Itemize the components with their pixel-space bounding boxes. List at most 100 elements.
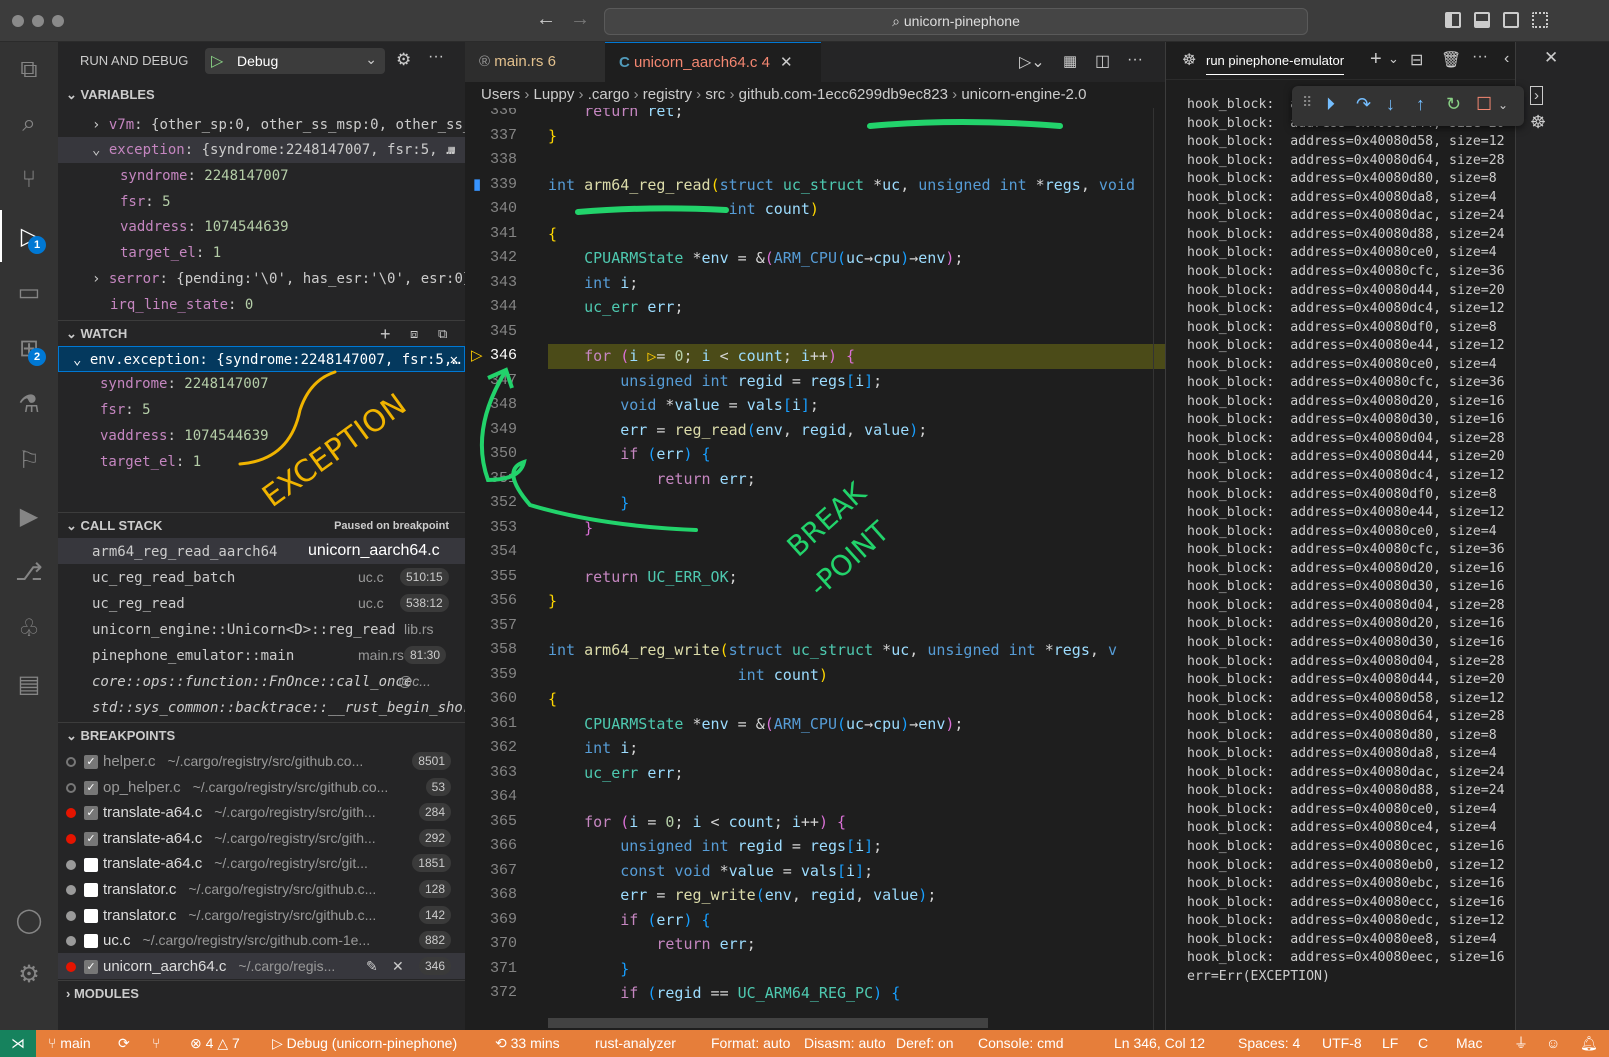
code-line[interactable]: 352 } xyxy=(465,491,1165,516)
code-line[interactable]: 336 return ret; xyxy=(465,108,1165,124)
split-editor-icon[interactable]: ◫ xyxy=(1095,51,1110,71)
stack-frame[interactable]: std::sys_common::backtrace::__rust_begin… xyxy=(58,694,465,720)
breakpoint-checkbox[interactable] xyxy=(84,857,98,872)
deref-status[interactable]: Deref: on xyxy=(896,1030,954,1057)
code-line[interactable]: 337} xyxy=(465,124,1165,149)
code-line[interactable]: 355 return UC_ERR_OK; xyxy=(465,565,1165,590)
code-line[interactable]: 350 if (err) { xyxy=(465,442,1165,467)
code-line[interactable]: 365 for (i = 0; i < count; i++) { xyxy=(465,810,1165,835)
code-line[interactable]: 357 xyxy=(465,614,1165,639)
notebook-icon[interactable]: ▤ xyxy=(0,658,58,710)
gear-icon[interactable]: ⚙ xyxy=(396,50,411,70)
stop-icon[interactable]: ☐ xyxy=(1476,94,1492,115)
breakpoints-section-header[interactable]: ⌄ BREAKPOINTS xyxy=(58,722,465,748)
close-tab-icon[interactable]: ✕ xyxy=(780,54,793,71)
remote-explorer-icon[interactable]: ▭ xyxy=(0,266,58,318)
feedback-icon[interactable]: ☺ xyxy=(1546,1030,1560,1057)
stack-frame[interactable]: uc_reg_read_batch uc.c 510:15 xyxy=(58,564,465,590)
collapse-all-icon[interactable]: ⧉ xyxy=(438,321,447,347)
horizontal-scrollbar[interactable] xyxy=(548,1018,988,1028)
code-line[interactable]: ▮ 339 int arm64_reg_read(struct uc_struct … xyxy=(465,173,1165,198)
breadcrumb-item[interactable]: Luppy xyxy=(534,86,575,103)
platform-status[interactable]: Mac xyxy=(1456,1030,1482,1057)
restart-icon[interactable]: ↻ xyxy=(1446,94,1461,115)
chevron-left-icon[interactable]: ‹ xyxy=(1504,50,1509,68)
toggle-sidebar-icon[interactable] xyxy=(1445,12,1461,28)
terminal-title[interactable]: run pinephone-emulator xyxy=(1206,53,1345,75)
forward-arrow-icon[interactable]: → xyxy=(570,8,590,31)
breakpoint-checkbox[interactable] xyxy=(84,908,98,923)
watch-section-header[interactable]: ⌄ WATCH + ⧈ ⧉ xyxy=(58,320,465,346)
code-line[interactable]: 358 int arm64_reg_write(struct uc_struct … xyxy=(465,638,1165,663)
git-graph-icon[interactable]: ⎇ xyxy=(0,546,58,598)
code-line[interactable]: 359 int count) xyxy=(465,663,1165,688)
stack-frame[interactable]: core::ops::function::FnOnce::call_once @c… xyxy=(58,668,465,694)
step-over-icon[interactable]: ↷ xyxy=(1356,94,1371,115)
editor-scrollbar[interactable] xyxy=(1153,108,1165,1030)
code-line[interactable]: 354 xyxy=(465,540,1165,565)
disasm-status[interactable]: Disasm: auto xyxy=(804,1030,886,1057)
variable-row[interactable]: ⌄ exception: {syndrome:2248147007, fsr:5… xyxy=(58,137,465,163)
git-graph-icon[interactable]: ⑂ xyxy=(152,1030,160,1057)
breadcrumb-item[interactable]: github.com-1ecc6299db9ec823 xyxy=(739,86,948,103)
variable-row[interactable]: › serror: {pending:'\0', has_esr:'\0', e… xyxy=(58,266,465,292)
breadcrumb-item[interactable]: Users xyxy=(481,86,520,103)
tab-main-rs[interactable]: ® main.rs 6 xyxy=(465,42,605,82)
code-line[interactable]: 369 if (err) { xyxy=(465,908,1165,933)
toggle-secondary-sidebar-icon[interactable] xyxy=(1503,12,1519,28)
code-line[interactable]: 368 err = reg_write(env, regid, value); xyxy=(465,883,1165,908)
close-window-button[interactable] xyxy=(12,15,24,27)
extensions-icon[interactable]: ⊞ 2 xyxy=(0,322,58,374)
watch-expression[interactable]: ⌄ env.exception: {syndrome:2248147007, f… xyxy=(58,346,465,372)
variable-row[interactable]: fsr: 5 xyxy=(58,189,465,215)
code-line[interactable]: 356} xyxy=(465,589,1165,614)
settings-gear-icon[interactable]: ⚙ xyxy=(0,948,58,1000)
code-line[interactable]: 362 int i; xyxy=(465,736,1165,761)
code-line[interactable]: 338 xyxy=(465,148,1165,173)
breadcrumb-item[interactable]: src xyxy=(705,86,725,103)
close-panel-icon[interactable]: ✕ xyxy=(1544,48,1558,68)
sync-icon[interactable]: ⟳ xyxy=(118,1030,130,1057)
new-terminal-icon[interactable]: + xyxy=(1370,48,1382,71)
drag-handle-icon[interactable]: ⠿ xyxy=(1302,94,1312,111)
debug-status[interactable]: ▷ Debug (unicorn-pinephone) xyxy=(272,1030,457,1057)
code-line[interactable]: 353 } xyxy=(465,516,1165,541)
code-line[interactable]: ▷ 346 for (i ▷= 0; i < count; i++) { xyxy=(465,344,1165,369)
code-line[interactable]: 367 const void *value = vals[i]; xyxy=(465,859,1165,884)
more-actions-icon[interactable]: ··· xyxy=(1127,51,1143,69)
split-terminal-icon[interactable]: ⊟ xyxy=(1410,50,1423,70)
code-line[interactable]: 348 void *value = vals[i]; xyxy=(465,393,1165,418)
source-control-icon[interactable]: ⑂ xyxy=(0,154,58,206)
code-line[interactable]: 370 return err; xyxy=(465,932,1165,957)
customize-layout-icon[interactable] xyxy=(1532,12,1548,28)
testing-icon[interactable]: ⚗ xyxy=(0,378,58,430)
code-line[interactable]: 344 uc_err err; xyxy=(465,295,1165,320)
problems-status[interactable]: ⊗ 4 △ 7 xyxy=(190,1030,240,1057)
code-line[interactable]: 360 { xyxy=(465,687,1165,712)
variable-row[interactable]: vaddress: 1074544639 xyxy=(58,214,465,240)
breakpoint-item[interactable]: ✓ helper.c ~/.cargo/registry/src/github.co… xyxy=(58,748,465,774)
code-line[interactable]: 343 int i; xyxy=(465,271,1165,296)
variable-row[interactable]: irq_line_state: 0 xyxy=(58,292,465,318)
refresh-icon[interactable]: ⧈ xyxy=(410,321,418,347)
code-line[interactable]: 372 if (regid == UC_ARM64_REG_PC) { xyxy=(465,981,1165,1006)
run-debug-dropdown-icon[interactable]: ▷⌄ xyxy=(1019,52,1045,72)
breakpoint-item[interactable]: ✓ translate-a64.c ~/.cargo/registry/src/gi… xyxy=(58,799,465,825)
console-status[interactable]: Console: cmd xyxy=(978,1030,1064,1057)
tree-icon[interactable]: ♧ xyxy=(0,602,58,654)
code-area[interactable]: 336 return ret; 337} 338 ▮ 339 int arm64_reg_… xyxy=(465,108,1165,1030)
branch-status[interactable]: ⑂ main xyxy=(48,1030,91,1057)
breadcrumb-item[interactable]: unicorn-engine-2.0 xyxy=(961,86,1086,103)
code-line[interactable]: 340 int count) xyxy=(465,197,1165,222)
modules-section-header[interactable]: › MODULES xyxy=(58,980,465,1006)
breadcrumb-item[interactable]: .cargo xyxy=(588,86,630,103)
remove-expression-icon[interactable]: ✕ xyxy=(450,347,458,371)
maximize-window-button[interactable] xyxy=(52,15,64,27)
code-line[interactable]: 364 xyxy=(465,785,1165,810)
breakpoint-checkbox[interactable] xyxy=(84,883,98,898)
more-actions-icon[interactable]: ··· xyxy=(1472,48,1488,66)
watch-row[interactable]: syndrome: 2248147007 xyxy=(58,371,465,397)
variables-section-header[interactable]: ⌄ VARIABLES xyxy=(58,82,465,108)
run-debug-icon[interactable]: ▷ 1 xyxy=(0,210,58,262)
more-actions-icon[interactable]: ··· xyxy=(428,48,444,66)
